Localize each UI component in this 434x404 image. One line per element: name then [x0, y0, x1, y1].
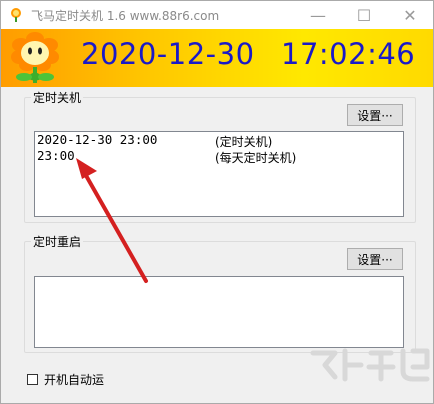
window-title: 飞马定时关机 1.6 www.88r6.com: [31, 9, 220, 23]
list-item-desc: (定时关机): [215, 135, 273, 149]
current-time: 17:02:46: [281, 37, 416, 71]
restart-group-label: 定时重启: [31, 233, 84, 250]
autostart-checkbox[interactable]: [27, 374, 38, 385]
restart-settings-button[interactable]: 设置···: [347, 248, 403, 270]
autostart-label: 开机自动运: [44, 373, 105, 387]
close-button[interactable]: ✕: [387, 1, 433, 29]
watermark-logo: [310, 348, 430, 382]
minimize-button[interactable]: —: [295, 1, 341, 29]
shutdown-settings-button[interactable]: 设置···: [347, 104, 403, 126]
list-item[interactable]: 2020-12-30 23:00: [37, 132, 157, 147]
flower-icon: [11, 8, 21, 22]
shutdown-group-label: 定时关机: [31, 89, 84, 106]
current-date: 2020-12-30: [81, 37, 255, 71]
flower-icon: [11, 32, 59, 83]
shutdown-group: 定时关机 设置··· 2020-12-30 23:00 (定时关机) 23:00…: [24, 89, 416, 223]
autostart-option[interactable]: 开机自动运: [27, 371, 104, 388]
list-item-desc: (每天定时关机): [215, 151, 297, 165]
shutdown-task-list[interactable]: 2020-12-30 23:00 (定时关机) 23:00 (每天定时关机): [34, 131, 404, 217]
app-window: 飞马定时关机 1.6 www.88r6.com — ☐ ✕ 2020-12-30: [0, 0, 434, 404]
title-bar[interactable]: 飞马定时关机 1.6 www.88r6.com — ☐ ✕: [1, 1, 433, 29]
list-item[interactable]: 23:00: [37, 148, 75, 163]
maximize-button[interactable]: ☐: [341, 1, 387, 29]
clock-banner: 2020-12-30 17:02:46: [1, 29, 433, 87]
